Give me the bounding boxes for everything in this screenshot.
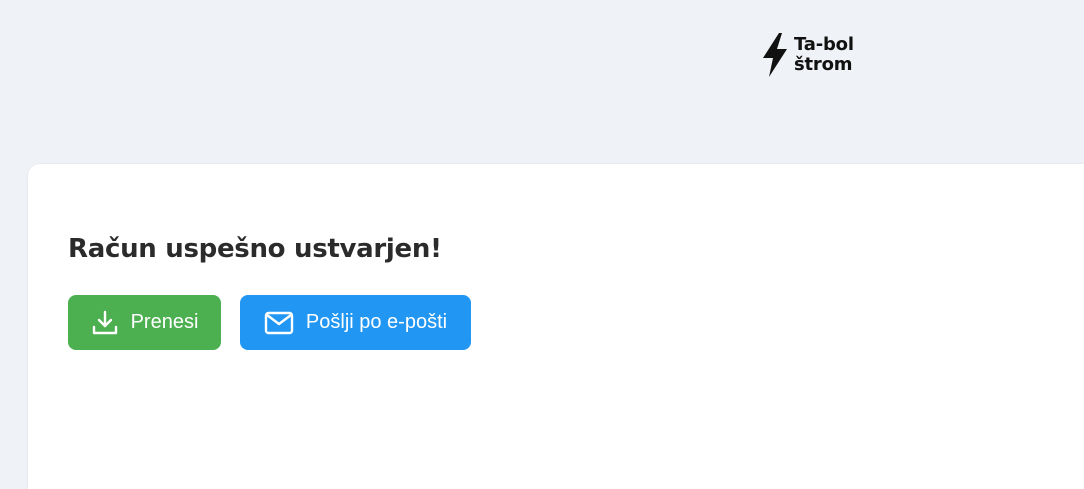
result-card: Račun uspešno ustvarjen! Prenesi Pošlji … [28,164,1084,489]
send-email-button-label: Pošlji po e-pošti [305,311,448,333]
brand-line-2: štrom [794,54,853,75]
lightning-bolt-icon [763,33,787,77]
page: Ta-bol štrom Račun uspešno ustvarjen! Pr… [0,0,1084,489]
brand-line-1: Ta-bol [794,34,854,55]
brand-logo: Ta-bol štrom [760,32,854,78]
download-button-label: Prenesi [130,311,199,333]
download-button[interactable]: Prenesi [68,295,221,350]
download-icon [92,310,117,334]
send-email-button[interactable]: Pošlji po e-pošti [240,295,471,350]
brand-wordmark: Ta-bol štrom [794,35,854,75]
envelope-icon [264,311,294,334]
page-title: Račun uspešno ustvarjen! [68,234,442,264]
